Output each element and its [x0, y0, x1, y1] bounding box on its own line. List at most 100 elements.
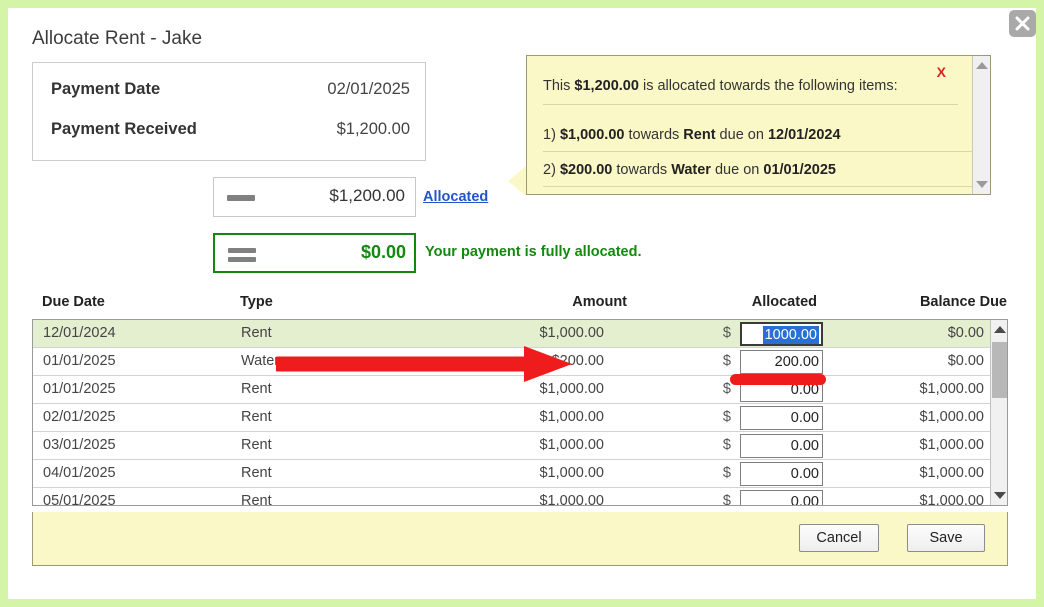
scrollbar-thumb[interactable] — [992, 342, 1007, 398]
cell-due-date: 01/01/2025 — [43, 353, 116, 369]
cell-amount: $1,000.00 — [509, 381, 604, 397]
currency-symbol: $ — [719, 381, 731, 397]
allocation-table: 12/01/2024 Rent $1,000.00 $1000.00 $0.00 01/0… — [32, 319, 1008, 506]
fully-allocated-message: Your payment is fully allocated. — [425, 244, 641, 260]
allocated-total-box: $1,200.00 — [213, 177, 416, 217]
minus-icon — [227, 195, 255, 201]
allocated-input[interactable]: 0.00 — [740, 378, 823, 402]
callout-item-2-mid: towards — [612, 162, 671, 178]
payment-received-label: Payment Received — [51, 120, 197, 139]
cell-balance-due: $1,000.00 — [869, 465, 984, 481]
callout-heading-suffix: is allocated towards the following items… — [639, 78, 898, 94]
cell-balance-due: $1,000.00 — [869, 381, 984, 397]
cell-due-date: 04/01/2025 — [43, 465, 116, 481]
cell-amount: $1,000.00 — [509, 437, 604, 453]
cell-type: Rent — [241, 437, 272, 453]
cell-type: Rent — [241, 493, 272, 506]
table-row[interactable]: 03/01/2025 Rent $1,000.00 $0.00 $1,000.00 — [33, 432, 991, 460]
table-row[interactable]: 05/01/2025Rent$1,000.00$0.00$1,000.00 — [33, 488, 991, 506]
callout-pointer — [508, 166, 526, 196]
callout-close-icon[interactable]: X — [937, 64, 946, 80]
column-header-due-date: Due Date — [42, 294, 105, 310]
currency-symbol: $ — [719, 353, 731, 369]
callout-item-1-index: 1) — [543, 127, 556, 143]
callout-item-2-due-prefix: due on — [711, 162, 763, 178]
cell-due-date: 03/01/2025 — [43, 437, 116, 453]
callout-item-1-due-prefix: due on — [716, 127, 768, 143]
allocated-input-value: 0.00 — [791, 382, 819, 398]
currency-symbol: $ — [719, 465, 731, 481]
callout-item-1: 1) $1,000.00 towards Rent due on 12/01/2… — [543, 127, 841, 143]
close-icon[interactable] — [1009, 10, 1036, 37]
allocated-input-value: 0.00 — [791, 438, 819, 454]
allocated-input-value: 200.00 — [775, 354, 819, 370]
payment-received-row: Payment Received $1,200.00 — [33, 120, 427, 154]
cell-balance-due: $0.00 — [869, 325, 984, 341]
callout-item-1-mid: towards — [624, 127, 683, 143]
dialog-footer: Cancel Save — [32, 512, 1008, 566]
allocated-input[interactable]: 0.00 — [740, 434, 823, 458]
cell-balance-due: $1,000.00 — [869, 437, 984, 453]
table-row[interactable]: 04/01/2025 Rent $1,000.00 $0.00 $1,000.00 — [33, 460, 991, 488]
callout-item-2-due-date: 01/01/2025 — [763, 162, 836, 178]
table-scrollbar[interactable] — [990, 320, 1007, 505]
cell-due-date: 12/01/2024 — [43, 325, 116, 341]
page-title: Allocate Rent - Jake — [32, 28, 202, 50]
callout-heading: This $1,200.00 is allocated towards the … — [543, 78, 898, 94]
scroll-down-icon[interactable] — [994, 492, 1006, 499]
cell-due-date: 02/01/2025 — [43, 409, 116, 425]
cell-type: Rent — [241, 325, 272, 341]
scroll-up-icon[interactable] — [994, 326, 1006, 333]
callout-content: This $1,200.00 is allocated towards the … — [527, 56, 972, 194]
allocated-input-value: 0.00 — [791, 410, 819, 426]
payment-received-value: $1,200.00 — [337, 120, 410, 139]
table-row[interactable]: 02/01/2025Rent$1,000.00$0.00$1,000.00 — [33, 404, 991, 432]
dialog-allocate-rent: Allocate Rent - Jake Payment Date 02/01/… — [8, 8, 1036, 599]
currency-symbol: $ — [719, 325, 731, 341]
callout-scrollbar[interactable] — [972, 56, 990, 194]
cell-type: Water — [241, 353, 279, 369]
column-header-allocated: Allocated — [727, 294, 817, 310]
table-row[interactable]: 12/01/2024 Rent $1,000.00 $1000.00 $0.00 — [33, 320, 991, 348]
cell-type: Rent — [241, 465, 272, 481]
allocated-input[interactable]: 0.00 — [740, 462, 823, 486]
allocated-input[interactable]: 1000.00 — [740, 322, 823, 346]
callout-item-2-amount: $200.00 — [560, 162, 612, 178]
cell-balance-due: $1,000.00 — [869, 409, 984, 425]
callout-divider — [543, 151, 972, 152]
table-row[interactable]: 01/01/2025Water$200.00$200.00$0.00 — [33, 348, 991, 376]
payment-date-row: Payment Date 02/01/2025 — [33, 80, 427, 114]
remaining-total-amount: $0.00 — [361, 242, 406, 263]
payment-date-value: 02/01/2025 — [327, 80, 410, 99]
callout-item-1-amount: $1,000.00 — [560, 127, 625, 143]
save-button[interactable]: Save — [907, 524, 985, 552]
allocated-input-value: 0.00 — [791, 466, 819, 482]
allocated-link[interactable]: Allocated — [423, 189, 488, 205]
cell-due-date: 01/01/2025 — [43, 381, 116, 397]
currency-symbol: $ — [719, 437, 731, 453]
allocated-input-value: 0.00 — [791, 494, 819, 506]
callout-item-1-due-date: 12/01/2024 — [768, 127, 841, 143]
allocated-input[interactable]: 0.00 — [740, 406, 823, 430]
cell-amount: $1,000.00 — [509, 325, 604, 341]
payment-date-label: Payment Date — [51, 80, 160, 99]
allocated-input[interactable]: 200.00 — [740, 350, 823, 374]
callout-heading-prefix: This — [543, 78, 574, 94]
allocated-input[interactable]: 0.00 — [740, 490, 823, 506]
callout-divider — [543, 104, 958, 105]
callout-divider — [543, 186, 972, 187]
currency-symbol: $ — [719, 409, 731, 425]
payment-info-box: Payment Date 02/01/2025 Payment Received… — [32, 62, 426, 161]
scroll-up-icon[interactable] — [976, 62, 988, 69]
callout-heading-amount: $1,200.00 — [574, 78, 639, 94]
allocated-input-value: 1000.00 — [763, 326, 819, 344]
allocated-total-amount: $1,200.00 — [329, 186, 405, 206]
table-row[interactable]: 01/01/2025Rent$1,000.00$0.00$1,000.00 — [33, 376, 991, 404]
page-frame: Allocate Rent - Jake Payment Date 02/01/… — [0, 0, 1044, 607]
cell-amount: $1,000.00 — [509, 465, 604, 481]
scroll-down-icon[interactable] — [976, 181, 988, 188]
cancel-button[interactable]: Cancel — [799, 524, 879, 552]
callout-item-2: 2) $200.00 towards Water due on 01/01/20… — [543, 162, 836, 178]
remaining-total-box: $0.00 — [213, 233, 416, 273]
column-header-type: Type — [240, 294, 273, 310]
